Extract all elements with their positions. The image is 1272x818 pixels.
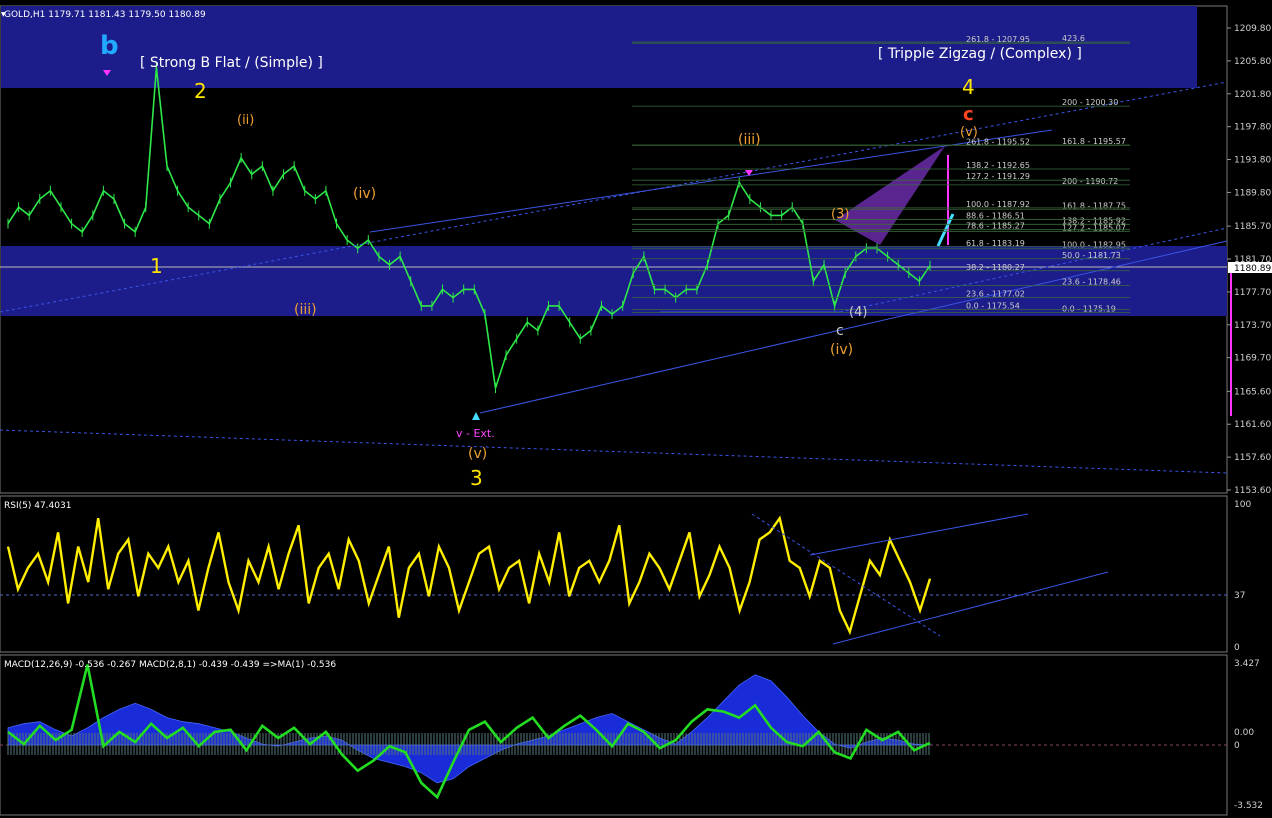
fib-label: 23.6 - 1178.46: [1062, 278, 1121, 287]
price-tick-label: 1189.80: [1234, 188, 1271, 198]
price-tick-label: 1173.70: [1234, 321, 1271, 331]
rsi-level-0: 0: [1234, 643, 1240, 653]
wave-4-paren-label: (4): [849, 305, 867, 320]
fib-label: 38.2 - 1180.27: [966, 263, 1025, 272]
fib-label: 161.8 - 1195.57: [1062, 137, 1126, 146]
rsi-label: RSI(5) 47.4031: [4, 501, 71, 511]
fib-label: 50.0 - 1181.73: [1062, 251, 1121, 260]
fib-label: 0.0 - 1175.54: [966, 302, 1020, 311]
price-tick-label: 1157.60: [1234, 453, 1271, 463]
pattern-tripple-zigzag: [ Tripple Zigzag / (Complex) ]: [878, 46, 1082, 62]
price-tick-label: 1165.60: [1234, 387, 1271, 397]
fib-label: 88.6 - 1186.51: [966, 211, 1025, 220]
symbol-header: GOLD,H1 1179.71 1181.43 1179.50 1180.89: [4, 10, 206, 20]
price-tick-label: 1177.70: [1234, 288, 1271, 298]
fib-label: 23.6 - 1177.02: [966, 289, 1025, 298]
price-tick-label: 1201.80: [1234, 90, 1271, 100]
wave-v-top-label: (v): [960, 125, 978, 140]
fib-label: 0.0 - 1175.19: [1062, 305, 1116, 314]
fib-label: 261.8 - 1207.95: [966, 35, 1030, 44]
fib-label: 78.6 - 1185.27: [966, 222, 1025, 231]
price-tick-label: 1209.80: [1234, 24, 1271, 34]
macd-level-top: 3.427: [1234, 659, 1260, 669]
macd-pane: MACD(12,26,9) -0.536 -0.267 MACD(2,8,1) …: [0, 654, 1263, 816]
wave-c-top-label: c: [963, 104, 974, 125]
fib-label: 100.0 - 1182.95: [1062, 241, 1126, 250]
macd-label: MACD(12,26,9) -0.536 -0.267 MACD(2,8,1) …: [4, 660, 336, 670]
macd-level-bottom: -3.532: [1234, 801, 1263, 811]
fib-label: 161.8 - 1187.75: [1062, 201, 1126, 210]
price-tick-label: 1193.80: [1234, 156, 1271, 166]
price-tick-label: 1197.80: [1234, 123, 1271, 133]
price-tick-label: 1169.70: [1234, 354, 1271, 364]
wave-iv-paren-lower-label: (iv): [830, 342, 853, 358]
rsi-level-100: 100: [1234, 500, 1251, 510]
rsi-pane: RSI(5) 47.4031 100 37 0: [0, 495, 1251, 653]
wave-c-lower-label: c: [836, 323, 844, 339]
price-axis: 1209.80 1205.80 1201.80 1197.80 1193.80 1189.…: [1227, 24, 1271, 496]
wave-4-label: 4: [962, 75, 975, 99]
fib-label: 100.0 - 1187.92: [966, 200, 1030, 209]
fib-label: 127.2 - 1185.07: [1062, 223, 1126, 232]
price-tick-label: 1205.80: [1234, 57, 1271, 67]
rsi-level-37: 37: [1234, 591, 1245, 601]
wave-iii-paren-label: (iii): [738, 132, 761, 148]
wave-3-label: 3: [470, 466, 483, 490]
support-zone: [1, 246, 1227, 316]
wave-iii-paren-left-label: (iii): [294, 302, 317, 318]
v-ext-label: v - Ext.: [456, 427, 495, 440]
wave-2-label: 2: [194, 79, 207, 103]
price-tick-label: 1161.60: [1234, 420, 1271, 430]
wave-1-label: 1: [150, 254, 163, 278]
fib-label: 61.8 - 1183.19: [966, 239, 1025, 248]
wave-3-paren-label: (3): [831, 207, 849, 222]
wave-iv-paren-top-label: (iv): [353, 186, 376, 202]
wave-v-paren-label: (v): [468, 446, 487, 462]
wave-ii-paren-label: (ii): [237, 113, 254, 128]
pattern-strong-b-flat: [ Strong B Flat / (Simple) ]: [140, 55, 323, 71]
current-price-label: 1180.89: [1234, 264, 1271, 274]
chart-canvas: 423.6 261.8 - 1207.95 200 - 1200.30 2 61.8 -…: [0, 0, 1272, 818]
wave-b-big: b: [100, 31, 119, 61]
fib-label: 423.6: [1062, 34, 1085, 43]
fib-label: 200 - 1190.72: [1062, 177, 1118, 186]
fib-label: 200 - 1200.30: [1062, 98, 1118, 107]
macd-level-zero: 0.00: [1234, 728, 1254, 738]
price-tick-label: 1185.70: [1234, 222, 1271, 232]
fib-label: 138.2 - 1192.65: [966, 161, 1030, 170]
fib-label: 127.2 - 1191.29: [966, 172, 1030, 181]
macd-level-zero-b: 0: [1234, 741, 1240, 751]
price-tick-label: 1153.60: [1234, 486, 1271, 496]
menu-arrow-icon[interactable]: ▼: [1, 11, 6, 18]
